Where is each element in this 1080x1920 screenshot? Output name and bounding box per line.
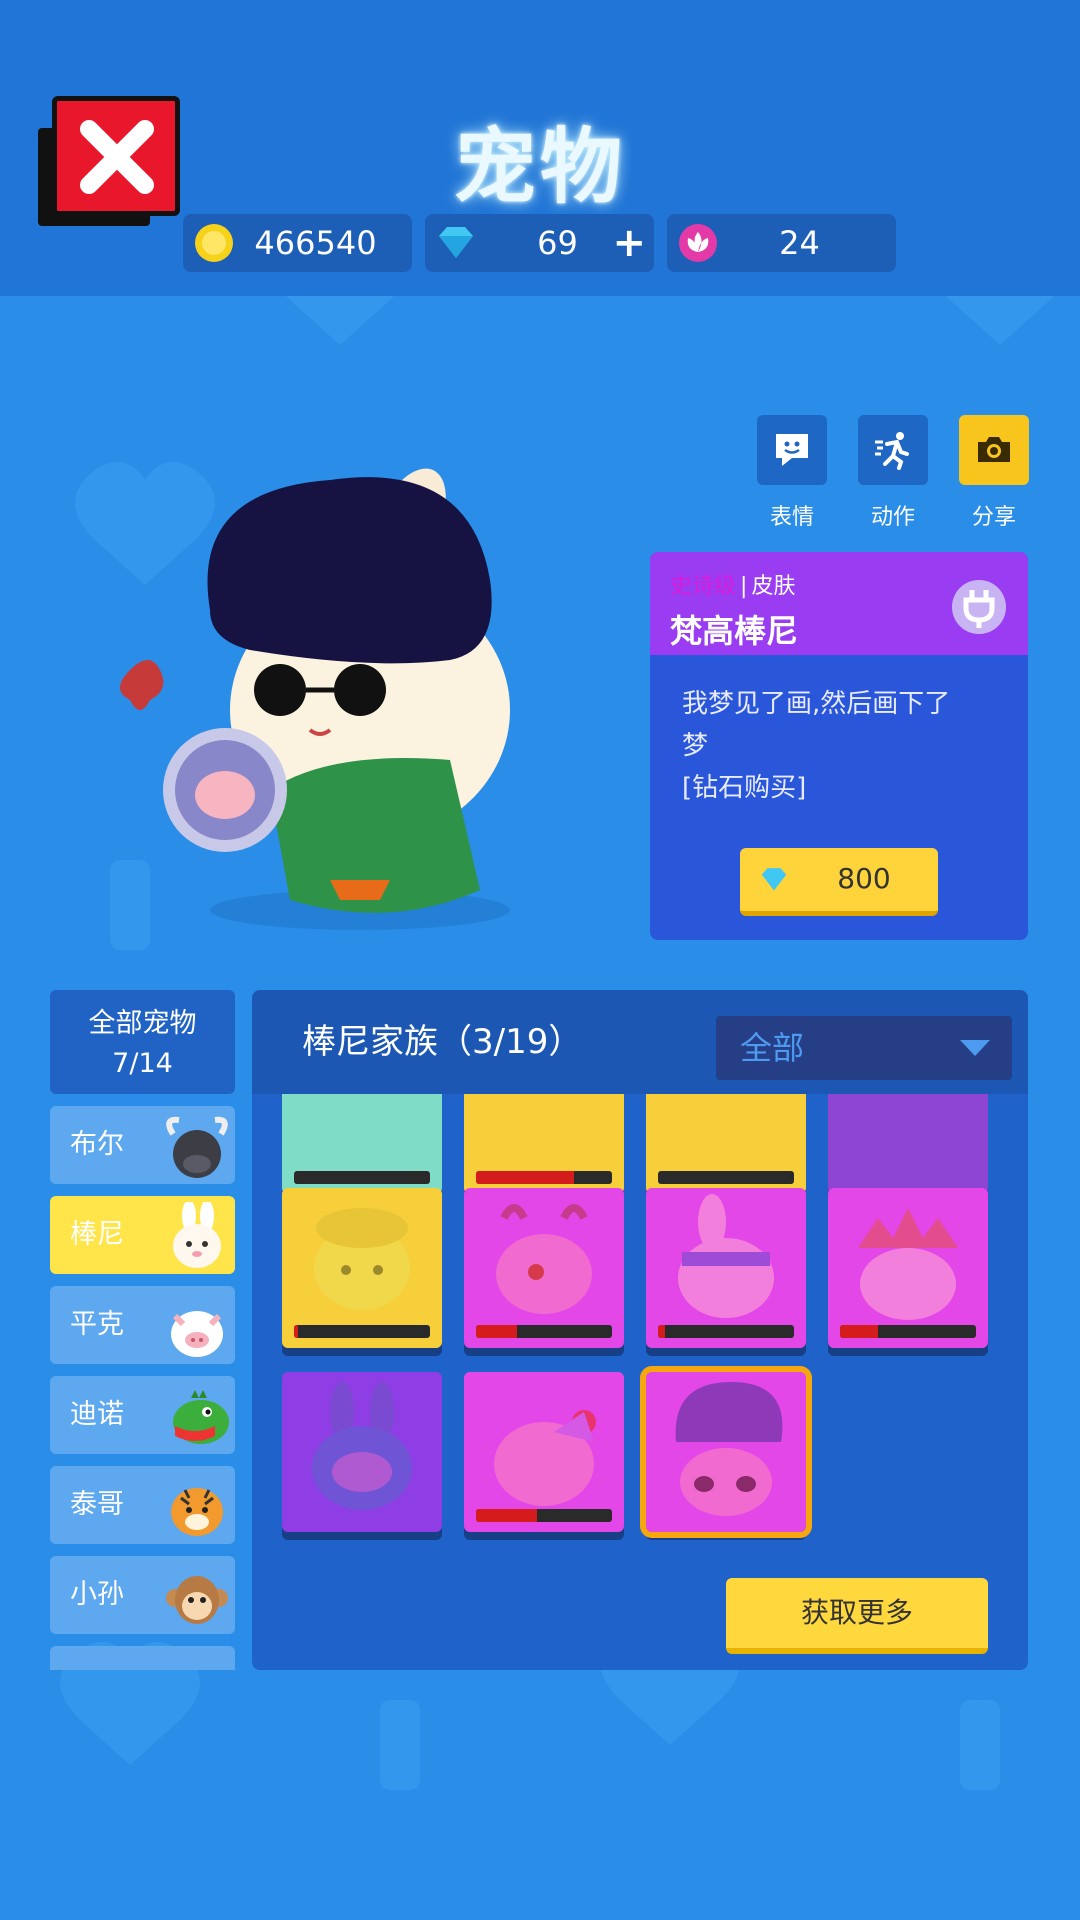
tiger-icon [171,1488,223,1536]
bunny-icon [173,1202,221,1268]
power-plug-icon [952,580,1006,634]
skin-tile[interactable] [828,1188,988,1348]
gems-counter: 69 + [425,214,654,272]
description-line-2: 梦 [682,731,709,761]
share-button[interactable]: 分享 [959,415,1029,531]
get-more-label: 获取更多 [800,1596,913,1629]
all-pets-tab[interactable]: 全部宠物 7/14 [50,990,235,1094]
share-label: 分享 [971,505,1016,530]
progress-bar [658,1171,794,1184]
price-value: 800 [837,862,891,895]
skin-tile[interactable] [282,1188,442,1348]
emote-button[interactable]: 表情 [757,415,827,531]
pig-icon [171,1311,223,1357]
skin-description: 我梦见了画,然后画下了 梦 [钻石购买] [650,655,1028,809]
bunny-skin-art [314,1208,410,1310]
progress-bar [840,1325,976,1338]
progress-bar [476,1509,612,1522]
sidebar-item-monkey[interactable]: 小孙 [50,1556,235,1634]
motion-button[interactable]: 动作 [858,415,928,531]
chat-emote-icon [776,434,808,466]
skin-tile[interactable] [646,1094,806,1194]
skin-info-panel: 史诗级 | 皮肤 梵高棒尼 我梦见了画,然后画下了 梦 [钻石购买] 800 [650,552,1028,940]
rarity-separator: | [740,574,748,599]
skin-tile[interactable] [282,1094,442,1194]
bunny-skin-art [494,1410,596,1506]
bunny-skin-art [312,1382,412,1510]
tokens-counter: 24 [667,214,896,272]
rarity-label: 史诗级 [670,574,737,599]
sidebar-item-tiger[interactable]: 泰哥 [50,1466,235,1544]
progress-bar [476,1325,612,1338]
bull-icon [166,1116,228,1178]
skin-tile[interactable] [464,1094,624,1194]
sidebar-item-bunny[interactable]: 棒尼 [50,1196,235,1274]
skin-tile[interactable] [646,1188,806,1348]
skin-info-header: 史诗级 | 皮肤 梵高棒尼 [650,552,1028,655]
description-line-1: 我梦见了画,然后画下了 [682,689,951,719]
emote-button-box [757,415,827,485]
bunny-skin-art [678,1194,774,1318]
all-pets-label: 全部宠物 [88,1008,197,1039]
skin-tile[interactable] [464,1188,624,1348]
emote-label: 表情 [769,505,814,530]
skin-tile[interactable] [464,1372,624,1532]
pet-character-preview [120,468,510,930]
bunny-skin-art [675,1382,783,1516]
sidebar-item-partial[interactable] [50,1646,235,1670]
chevron-down-icon [960,1040,990,1056]
sidebar-item-pig[interactable]: 平克 [50,1286,235,1364]
progress-bar [294,1171,430,1184]
motion-button-box [858,415,928,485]
running-man-icon [875,432,909,470]
sidebar-item-label: 小孙 [70,1579,124,1610]
page-title: 宠物 [453,120,626,215]
add-gems-button[interactable]: + [612,218,646,268]
bunny-skin-art [858,1208,958,1320]
progress-bar [658,1325,794,1338]
gold-coin-icon [195,224,233,262]
motion-label: 动作 [870,505,915,530]
share-button-box [959,415,1029,485]
buy-with-diamonds-button[interactable]: 800 [740,848,938,916]
skin-type-label: 皮肤 [751,574,796,599]
filter-selected-label: 全部 [740,1029,805,1067]
family-title: 棒尼家族（3/19） [302,1022,583,1062]
all-pets-count: 7/14 [112,1048,173,1079]
progress-bar [294,1325,430,1338]
progress-bar [476,1171,612,1184]
bunny-skin-art [496,1204,592,1314]
acquire-note: [钻石购买] [682,773,807,803]
tokens-value: 24 [779,224,820,262]
filter-dropdown[interactable]: 全部 [716,1016,1012,1080]
lotus-token-icon [679,224,717,262]
skin-tile-selected[interactable] [640,1366,812,1538]
diamond-icon [439,227,473,258]
sidebar-item-label: 布尔 [70,1129,124,1160]
sidebar-item-label: 棒尼 [70,1219,124,1250]
gems-value: 69 [537,224,578,262]
sidebar-item-label: 迪诺 [70,1399,124,1430]
pet-category-sidebar: 全部宠物 7/14 布尔 棒尼 平克 迪诺 泰哥 小孙 [50,990,235,1670]
get-more-button[interactable]: 获取更多 [726,1578,988,1654]
monkey-icon [166,1576,228,1624]
grid-header: 棒尼家族（3/19） 全部 [252,990,1028,1094]
dino-icon [173,1390,229,1444]
sidebar-item-dino[interactable]: 迪诺 [50,1376,235,1454]
coins-value: 466540 [254,224,377,262]
diamond-icon [761,868,787,891]
skin-tile[interactable] [828,1094,988,1194]
coins-counter: 466540 [183,214,412,272]
sidebar-item-label: 泰哥 [70,1489,124,1520]
skin-tile[interactable] [282,1372,442,1532]
skin-grid-panel: 棒尼家族（3/19） 全部 获取更多 [252,990,1028,1670]
camera-icon [978,437,1010,462]
sidebar-item-label: 平克 [70,1309,124,1340]
sidebar-item-bull[interactable]: 布尔 [50,1106,235,1184]
